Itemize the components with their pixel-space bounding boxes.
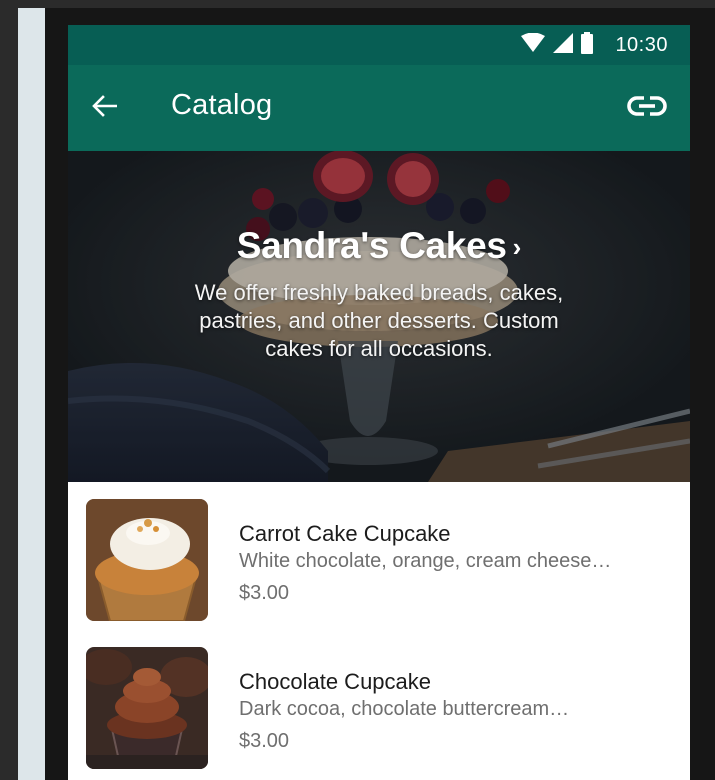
status-icons: 10:30 [521, 31, 668, 59]
link-icon [627, 95, 667, 122]
business-description: We offer freshly baked breads, cakes, pa… [194, 280, 564, 361]
list-item[interactable]: Chocolate Cupcake Dark cocoa, chocolate … [68, 630, 690, 778]
battery-icon [581, 31, 594, 59]
back-button[interactable] [88, 92, 120, 124]
carrot-cupcake-image [86, 499, 208, 621]
status-time: 10:30 [615, 33, 668, 56]
product-price: $3.00 [239, 582, 290, 604]
chocolate-cupcake-image [86, 647, 208, 769]
app-bar: Catalog [68, 65, 690, 151]
page-title: Catalog [171, 89, 273, 121]
share-link-button[interactable] [626, 93, 668, 123]
signal-icon [553, 32, 574, 58]
product-price: $3.00 [239, 730, 290, 752]
product-name: Chocolate Cupcake [239, 669, 432, 694]
product-description: Dark cocoa, chocolate buttercream… [239, 698, 570, 720]
background-panel [18, 8, 45, 780]
product-description: White chocolate, orange, cream cheese… [239, 550, 612, 572]
product-details: Carrot Cake Cupcake White chocolate, ora… [239, 520, 669, 608]
business-name: Sandra's Cakes [236, 225, 507, 266]
list-item[interactable]: Carrot Cake Cupcake White chocolate, ora… [68, 482, 690, 630]
chevron-right-icon: › [512, 231, 522, 262]
arrow-back-icon [91, 94, 118, 123]
business-info: Sandra's Cakes › We offer freshly baked … [68, 225, 690, 363]
status-bar: 10:30 [68, 25, 690, 65]
product-details: Chocolate Cupcake Dark cocoa, chocolate … [239, 668, 669, 756]
wifi-icon [521, 32, 546, 58]
business-banner[interactable]: Sandra's Cakes › We offer freshly baked … [68, 151, 690, 482]
product-list: Carrot Cake Cupcake White chocolate, ora… [68, 482, 690, 778]
product-name: Carrot Cake Cupcake [239, 521, 451, 546]
business-name-link[interactable]: Sandra's Cakes › [237, 225, 522, 267]
screen: 10:30 Catalog Sandra's Cakes › We offer … [68, 25, 690, 780]
